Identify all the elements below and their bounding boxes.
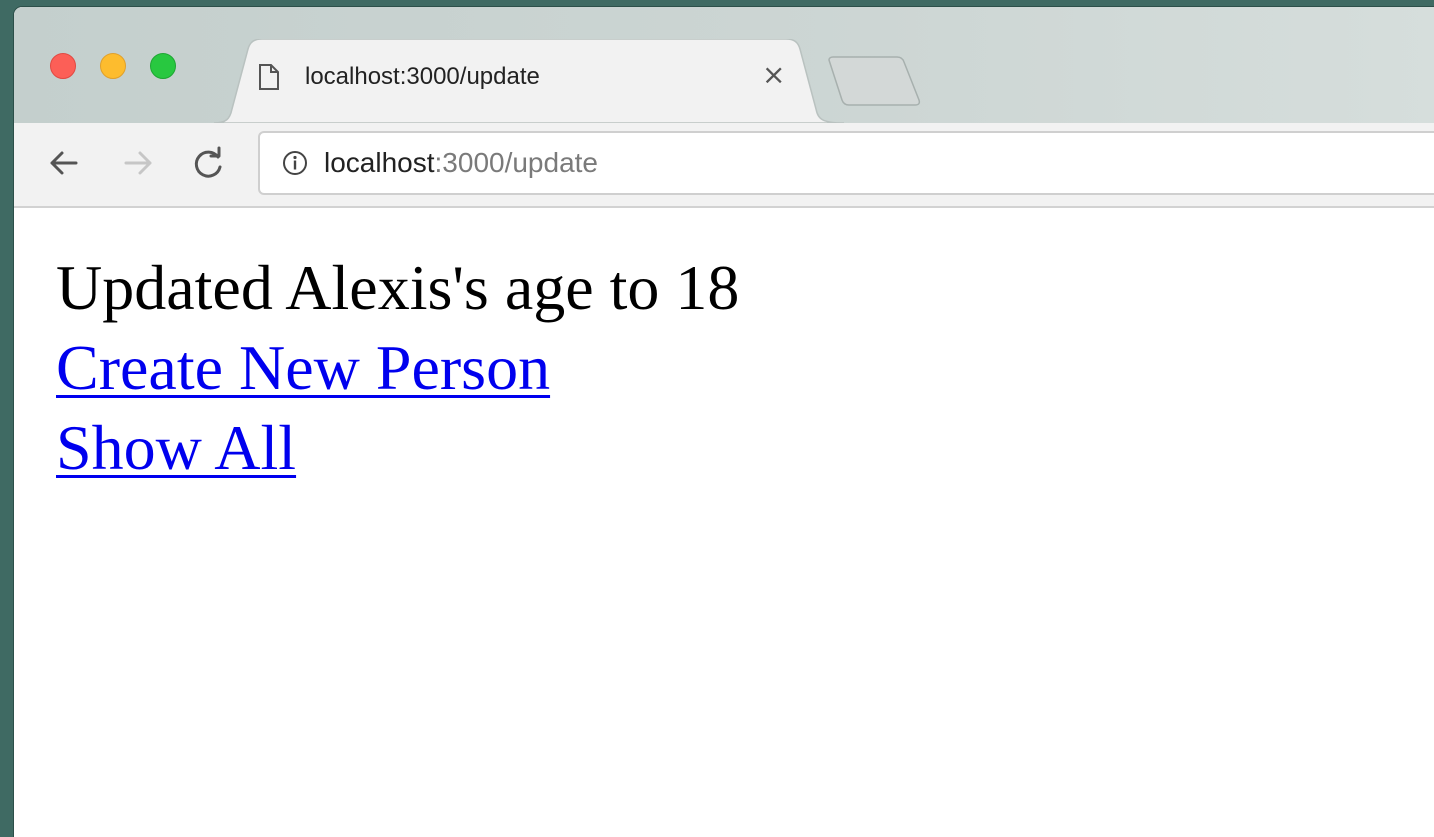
create-new-person-link[interactable]: Create New Person bbox=[56, 328, 550, 408]
maximize-window-button[interactable] bbox=[150, 53, 176, 79]
tab-title: localhost:3000/update bbox=[305, 63, 540, 90]
close-tab-button[interactable]: × bbox=[762, 61, 785, 89]
page-content: Updated Alexis's age to 18 Create New Pe… bbox=[14, 208, 1434, 837]
browser-window: localhost:3000/update × localhost:3000/u… bbox=[14, 7, 1434, 837]
close-window-button[interactable] bbox=[50, 53, 76, 79]
title-bar: localhost:3000/update × bbox=[14, 7, 1434, 123]
browser-toolbar: localhost:3000/update bbox=[14, 123, 1434, 208]
address-bar[interactable]: localhost:3000/update bbox=[258, 131, 1434, 195]
info-icon[interactable] bbox=[282, 150, 308, 176]
page-body: Updated Alexis's age to 18 Create New Pe… bbox=[56, 248, 739, 488]
tab-active[interactable]: localhost:3000/update × bbox=[214, 39, 844, 123]
back-arrow-icon[interactable] bbox=[46, 145, 82, 181]
reload-icon[interactable] bbox=[190, 145, 226, 181]
new-tab-button[interactable] bbox=[827, 56, 927, 106]
status-message: Updated Alexis's age to 18 bbox=[56, 252, 740, 323]
show-all-link[interactable]: Show All bbox=[56, 408, 296, 488]
url-text: localhost:3000/update bbox=[324, 147, 598, 179]
url-host: localhost bbox=[324, 147, 435, 178]
document-icon bbox=[259, 64, 279, 90]
forward-arrow-icon[interactable] bbox=[120, 145, 156, 181]
url-path: :3000/update bbox=[434, 147, 599, 178]
minimize-window-button[interactable] bbox=[100, 53, 126, 79]
